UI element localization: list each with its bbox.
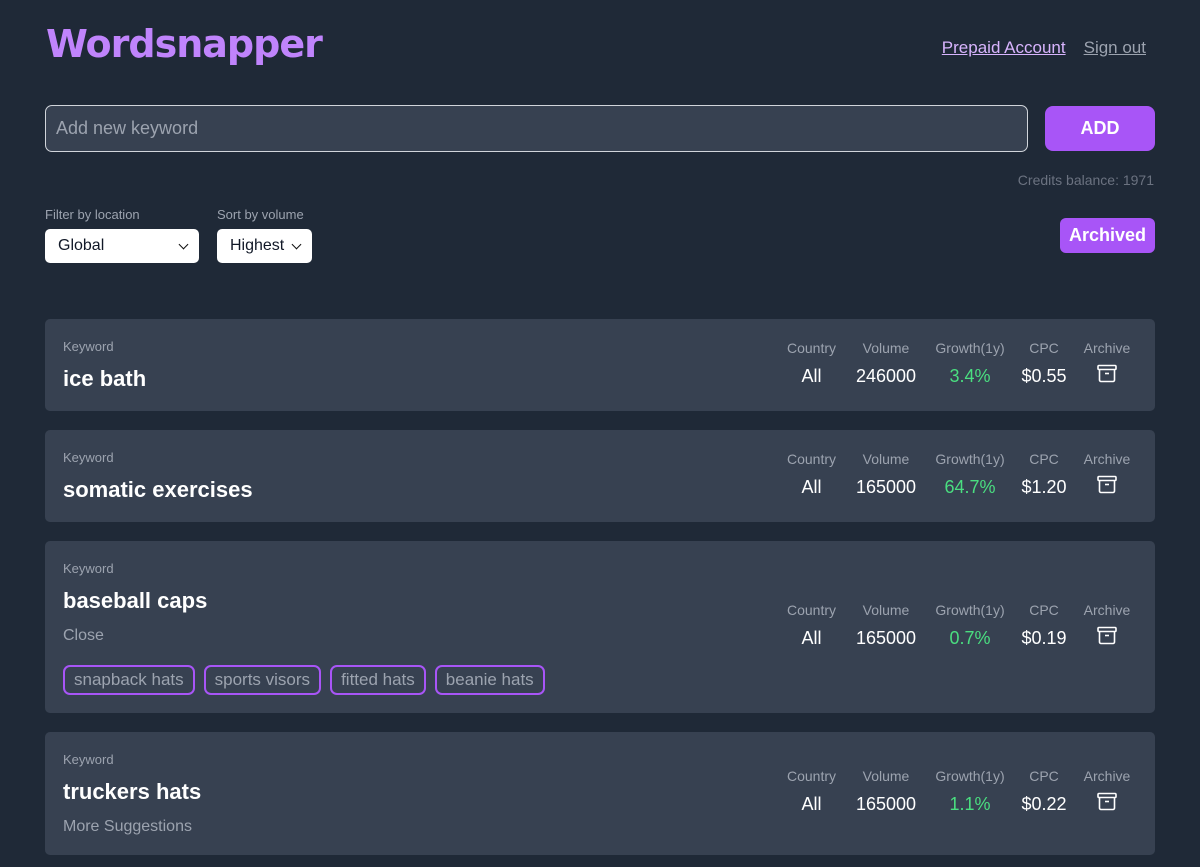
keyword-card: Keyword somatic exercises Country All Vol…	[45, 430, 1155, 522]
archive-box-icon[interactable]	[1097, 475, 1117, 494]
keyword-card: Keyword baseball caps Close snapback hat…	[45, 541, 1155, 713]
archive-box-icon[interactable]	[1097, 626, 1117, 645]
sort-filter-label: Sort by volume	[217, 207, 304, 222]
archive-header: Archive	[1083, 340, 1131, 356]
location-filter-label: Filter by location	[45, 207, 140, 222]
volume-header: Volume	[862, 451, 910, 467]
volume-value: 165000	[855, 794, 917, 814]
sign-out-link[interactable]: Sign out	[1084, 38, 1146, 58]
country-header: Country	[786, 602, 837, 618]
volume-header: Volume	[862, 340, 910, 356]
keyword-stats: Country All Volume 165000 Growth(1y) 1.1% C…	[780, 768, 1137, 815]
growth-value: 3.4%	[949, 366, 991, 386]
keyword-stats: Country All Volume 165000 Growth(1y) 0.7% C…	[780, 602, 1137, 649]
growth-value: 0.7%	[949, 628, 991, 648]
prepaid-account-link[interactable]: Prepaid Account	[942, 38, 1066, 58]
location-select-value: Global	[58, 237, 105, 254]
country-header: Country	[786, 768, 837, 784]
chevron-down-icon	[178, 239, 189, 249]
keyword-card: Keyword ice bath Country All Volume 246000…	[45, 319, 1155, 411]
sort-filter: Sort by volume Highest	[217, 207, 312, 263]
cpc-value: $0.55	[1021, 366, 1067, 386]
cpc-value: $0.19	[1021, 628, 1067, 648]
keyword-stats: Country All Volume 246000 Growth(1y) 3.4% C…	[780, 340, 1137, 387]
keyword-name: somatic exercises	[63, 477, 253, 502]
keyword-name: truckers hats	[63, 779, 202, 804]
cpc-header: CPC	[1029, 451, 1059, 467]
close-suggestions-link[interactable]: Close	[63, 627, 104, 645]
keyword-label: Keyword	[63, 450, 114, 465]
country-value: All	[801, 477, 822, 497]
suggestion-tags: snapback hats sports visors fitted hats …	[63, 665, 545, 695]
volume-value: 246000	[855, 366, 917, 386]
archive-header: Archive	[1083, 602, 1131, 618]
volume-value: 165000	[855, 477, 917, 497]
app-logo: Wordsnapper	[46, 22, 323, 66]
growth-header: Growth(1y)	[935, 768, 1005, 784]
archive-header: Archive	[1083, 451, 1131, 467]
suggestion-tag[interactable]: fitted hats	[330, 665, 426, 695]
cpc-header: CPC	[1029, 602, 1059, 618]
header-nav: Prepaid Account Sign out	[942, 38, 1146, 58]
keyword-stats: Country All Volume 165000 Growth(1y) 64.7% …	[780, 451, 1137, 498]
keyword-card: Keyword truckers hats More Suggestions C…	[45, 732, 1155, 855]
add-button[interactable]: ADD	[1045, 106, 1155, 151]
cpc-header: CPC	[1029, 768, 1059, 784]
suggestion-tag[interactable]: snapback hats	[63, 665, 195, 695]
growth-value: 1.1%	[949, 794, 991, 814]
country-header: Country	[786, 340, 837, 356]
keyword-label: Keyword	[63, 339, 114, 354]
location-filter: Filter by location Global	[45, 207, 199, 263]
more-suggestions-link[interactable]: More Suggestions	[63, 818, 192, 836]
archived-button[interactable]: Archived	[1060, 218, 1155, 253]
volume-header: Volume	[862, 602, 910, 618]
cpc-value: $1.20	[1021, 477, 1067, 497]
keyword-label: Keyword	[63, 752, 114, 767]
keyword-label: Keyword	[63, 561, 114, 576]
growth-header: Growth(1y)	[935, 602, 1005, 618]
growth-value: 64.7%	[944, 477, 996, 497]
archive-box-icon[interactable]	[1097, 364, 1117, 383]
location-select[interactable]: Global	[45, 229, 199, 263]
volume-header: Volume	[862, 768, 910, 784]
country-value: All	[801, 628, 822, 648]
cpc-header: CPC	[1029, 340, 1059, 356]
keyword-name: baseball caps	[63, 588, 208, 613]
volume-value: 165000	[855, 628, 917, 648]
country-header: Country	[786, 451, 837, 467]
country-value: All	[801, 794, 822, 814]
growth-header: Growth(1y)	[935, 451, 1005, 467]
suggestion-tag[interactable]: beanie hats	[434, 665, 545, 695]
suggestion-tag[interactable]: sports visors	[203, 665, 322, 695]
sort-select-value: Highest	[230, 237, 285, 254]
credits-balance: Credits balance: 1971	[1017, 172, 1154, 188]
archive-header: Archive	[1083, 768, 1131, 784]
growth-header: Growth(1y)	[935, 340, 1005, 356]
sort-select[interactable]: Highest	[217, 229, 312, 263]
keyword-name: ice bath	[63, 366, 147, 391]
chevron-down-icon	[291, 239, 302, 249]
cpc-value: $0.22	[1021, 794, 1067, 814]
archive-box-icon[interactable]	[1097, 792, 1117, 811]
add-keyword-input[interactable]	[45, 105, 1028, 152]
country-value: All	[801, 366, 822, 386]
